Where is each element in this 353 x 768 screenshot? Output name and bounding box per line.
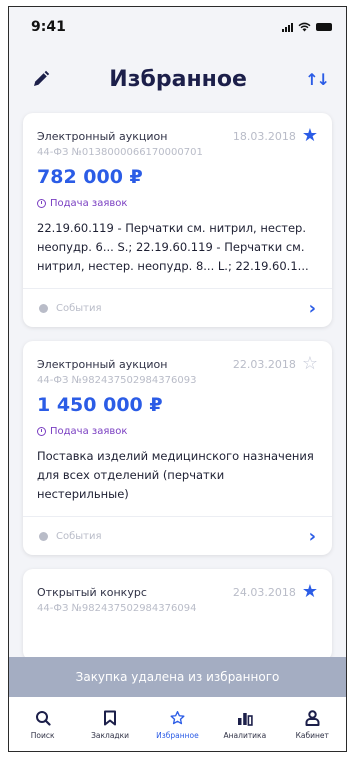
events-icon [39, 531, 48, 541]
toast-text: Закупка удалена из избранного [75, 670, 280, 684]
chevron-right-icon[interactable]: › [309, 298, 316, 319]
header: Избранное ↑↓ [9, 47, 346, 111]
tab-label: Избранное [156, 731, 199, 740]
card-description: 22.19.60.119 - Перчатки см. нитрил, нест… [37, 221, 309, 273]
page-title: Избранное [109, 66, 247, 92]
star-icon [170, 711, 185, 725]
card-date: 18.03.2018 [232, 129, 296, 143]
clock-icon [37, 427, 46, 436]
phone-screen: 9:41 Избранное ↑↓ Электронный аукцион 18… [8, 6, 347, 752]
events-icon [39, 303, 48, 313]
tab-bar: Поиск Закладки Избранное Аналитика Кабин… [9, 697, 346, 751]
purchase-card[interactable]: Открытый конкурс 24.03.2018 ★ 44-ФЗ №982… [23, 569, 332, 661]
status-text: Подача заявок [50, 198, 128, 209]
card-date: 24.03.2018 [232, 585, 296, 599]
card-status: Подача заявок [37, 198, 318, 209]
favorite-star-outline-icon[interactable]: ☆ [302, 355, 318, 373]
tab-search[interactable]: Поиск [12, 708, 74, 740]
edit-icon[interactable] [31, 69, 51, 89]
status-text: Подача заявок [50, 426, 128, 437]
tab-label: Кабинет [295, 731, 329, 740]
card-type: Электронный аукцион [37, 129, 168, 143]
purchase-card[interactable]: Электронный аукцион 22.03.2018 ☆ 44-ФЗ №… [23, 341, 332, 555]
status-icons [282, 22, 332, 32]
card-status: Подача заявок [37, 426, 318, 437]
tab-label: Аналитика [223, 731, 267, 740]
status-bar: 9:41 [9, 7, 346, 47]
clock-icon [37, 199, 46, 208]
tab-bookmarks[interactable]: Закладки [79, 708, 141, 740]
events-label: События [56, 530, 102, 542]
signal-icon [282, 22, 293, 32]
card-number: 44-ФЗ №0138000066170000701 [37, 147, 203, 158]
toast-notification: Закупка удалена из избранного [9, 657, 346, 697]
favorite-star-icon[interactable]: ★ [302, 127, 318, 145]
card-number: 44-ФЗ №982437502984376093 [37, 375, 197, 386]
card-footer[interactable]: События › [23, 288, 332, 327]
sort-icon[interactable]: ↑↓ [305, 70, 330, 89]
events-label: События [56, 302, 102, 314]
user-icon [305, 710, 320, 726]
favorites-list: Электронный аукцион 18.03.2018 ★ 44-ФЗ №… [23, 113, 332, 675]
tab-favorites[interactable]: Избранное [146, 708, 208, 740]
card-type: Открытый конкурс [37, 585, 147, 599]
card-type: Электронный аукцион [37, 357, 168, 371]
card-price: 1 450 000 ₽ [37, 394, 163, 416]
bookmark-icon [104, 710, 117, 726]
tab-label: Поиск [30, 731, 55, 740]
tab-analytics[interactable]: Аналитика [214, 708, 276, 740]
card-description: Поставка изделий медицинского назначения… [37, 449, 314, 501]
status-time: 9:41 [31, 19, 66, 35]
tab-label: Закладки [91, 731, 130, 740]
card-number: 44-ФЗ №982437502984376094 [37, 603, 197, 614]
card-footer[interactable]: События › [23, 516, 332, 555]
tab-account[interactable]: Кабинет [281, 708, 343, 740]
favorite-star-icon[interactable]: ★ [302, 583, 318, 601]
card-date: 22.03.2018 [232, 357, 296, 371]
battery-icon [316, 23, 332, 31]
card-price: 782 000 ₽ [37, 166, 143, 188]
chart-icon [237, 713, 253, 726]
wifi-icon [298, 22, 311, 32]
search-icon [35, 711, 51, 726]
chevron-right-icon[interactable]: › [309, 526, 316, 547]
purchase-card[interactable]: Электронный аукцион 18.03.2018 ★ 44-ФЗ №… [23, 113, 332, 327]
